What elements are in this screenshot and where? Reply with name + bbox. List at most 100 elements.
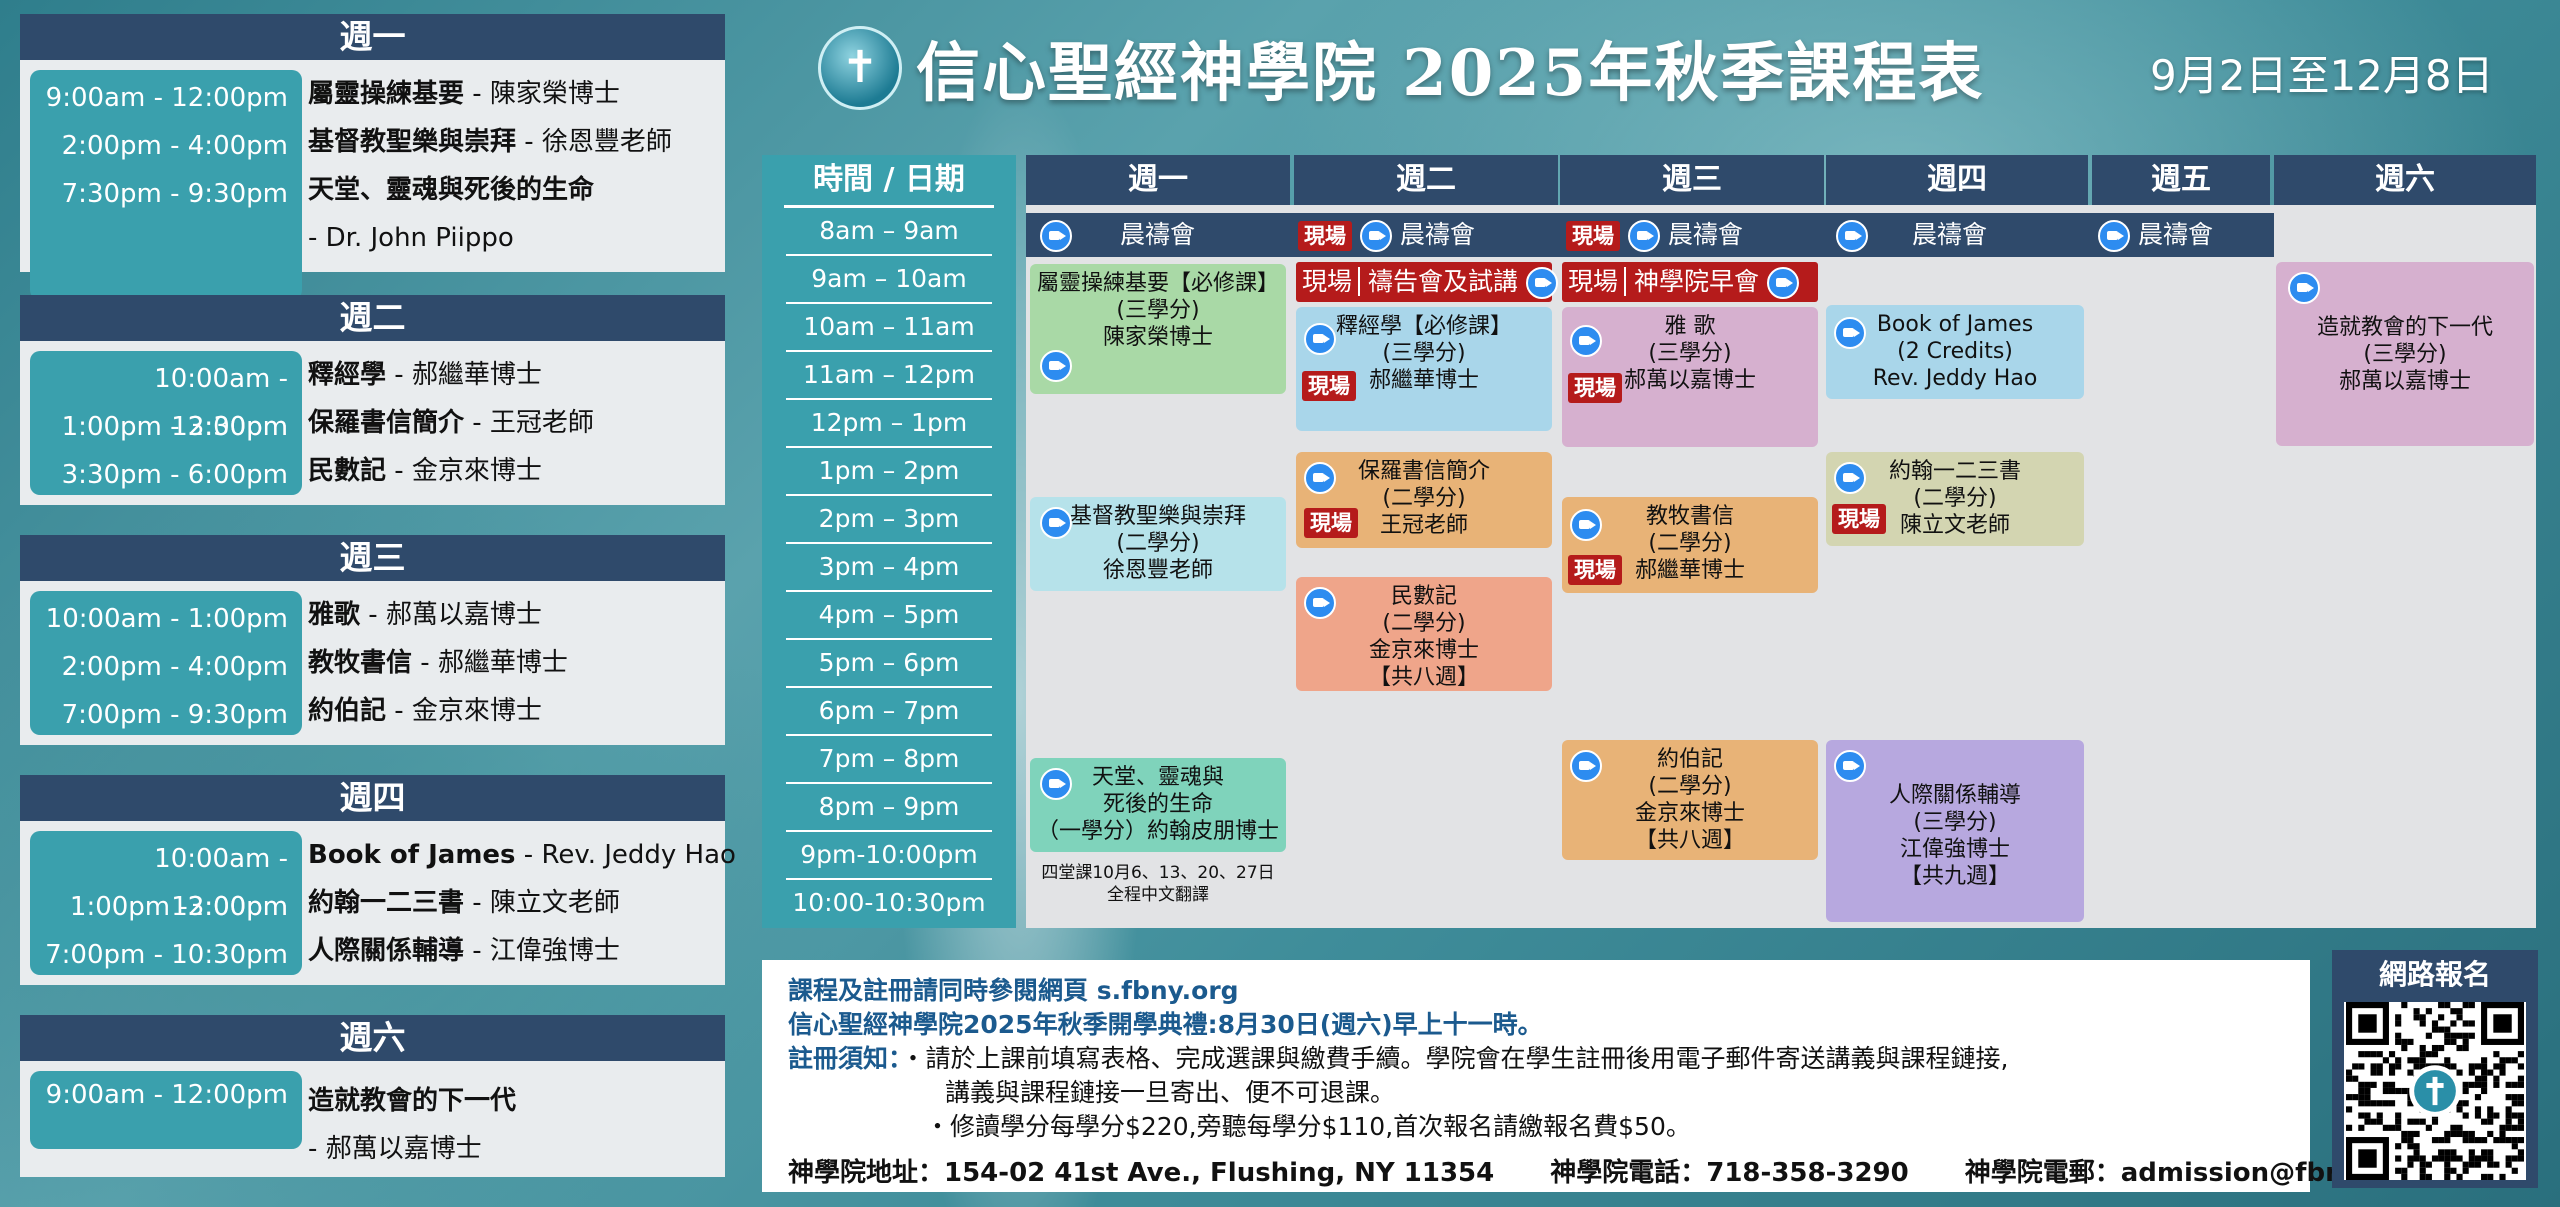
course-line: (三學分) [2363, 342, 2447, 367]
course-block-thu1[interactable]: Book of James (2 Credits) Rev. Jeddy Hao [1826, 305, 2084, 399]
course-block-tue2[interactable]: 保羅書信簡介 (二學分) 王冠老師 現場 [1296, 452, 1552, 548]
onsite-badge: 現場 [1298, 221, 1352, 251]
online-registration[interactable]: 網路報名 [2332, 950, 2538, 1188]
zoom-icon [1040, 507, 1072, 539]
info-opening: 信心聖經神學院2025年秋季開學典禮:8月30日(週六)早上十一時。 [788, 1010, 1543, 1039]
onsite-badge: 現場 [1304, 508, 1358, 538]
summary-course-line: 基督教聖樂與崇拜 - 徐恩豐老師 [308, 127, 672, 157]
time-slot: 11am – 12pm [786, 352, 992, 400]
day-header: 週二 [1294, 155, 1558, 205]
summary-time [30, 218, 288, 266]
summary-day-body: 10:00am - 1:00pm 2:00pm - 4:00pm 7:00pm - … [20, 581, 725, 745]
course-line: (二學分) [1648, 774, 1732, 799]
course-line: 郝萬以嘉博士 [2338, 369, 2471, 394]
course-line: (二學分) [1382, 611, 1466, 636]
summary-course-line: 教牧書信 - 郝繼華博士 [308, 648, 568, 678]
time-column-header: 時間 / 日期 [784, 155, 994, 208]
onsite-badge: 現場 [1566, 221, 1620, 251]
zoom-icon [1570, 750, 1602, 782]
zoom-icon [2098, 220, 2130, 252]
summary-time: 7:00pm - 9:30pm [61, 700, 288, 730]
zoom-icon [1304, 587, 1336, 619]
course-line: (三學分) [1913, 810, 1997, 835]
zoom-icon [1040, 350, 1072, 382]
course-line: 徐恩豐老師 [1102, 558, 1213, 583]
course-block-tue3[interactable]: 民數記 (二學分) 金京來博士 【共八週】 [1296, 577, 1552, 691]
course-block-wed3[interactable]: 約伯記 (二學分) 金京來博士 【共八週】 [1562, 740, 1818, 860]
summary-time: 7:30pm - 9:30pm [61, 179, 288, 209]
day-header: 週四 [1826, 155, 2088, 205]
zoom-icon [1834, 462, 1866, 494]
summary-course-line: 民數記 - 金京來博士 [308, 456, 542, 486]
zoom-icon [1766, 267, 1799, 299]
course-line: 金京來博士 [1368, 638, 1479, 663]
summary-course-list: 雅歌 - 郝萬以嘉博士 教牧書信 - 郝繼華博士 約伯記 - 金京來博士 [308, 591, 568, 735]
summary-time: 2:00pm - 4:00pm [61, 652, 288, 682]
prayer-mon: 晨禱會 [1040, 213, 1195, 257]
summary-course-line: - 郝萬以嘉博士 [308, 1134, 482, 1164]
zoom-icon [1525, 267, 1558, 299]
summary-course-line: Book of James - Rev. Jeddy Hao [308, 840, 736, 870]
onsite-badge: 現場 [1568, 373, 1622, 403]
course-line: 【共八週】 [1634, 828, 1745, 853]
summary-day-body: 9:00am - 12:00pm 2:00pm - 4:00pm 7:30pm - … [20, 60, 725, 300]
prayer-wed: 現場 晨禱會 [1566, 213, 1743, 257]
course-block-sat1[interactable]: 造就教會的下一代 (三學分) 郝萬以嘉博士 [2276, 262, 2534, 446]
summary-course-list: 造就教會的下一代 - 郝萬以嘉博士 [308, 1077, 516, 1173]
online-registration-label: 網路報名 [2378, 958, 2491, 991]
course-line: 造就教會的下一代 [2316, 315, 2493, 340]
summary-time-box: 9:00am - 12:00pm 2:00pm - 4:00pm 7:30pm - … [30, 70, 302, 300]
time-slot: 10am – 11am [786, 304, 992, 352]
summary-course-line: 雅歌 - 郝萬以嘉博士 [308, 600, 542, 630]
course-block-wed2[interactable]: 教牧書信 (二學分) 郝繼華博士 現場 [1562, 497, 1818, 593]
time-slot: 9pm-10:00pm [786, 832, 992, 880]
summary-time: 3:30pm - 6:00pm [61, 460, 288, 490]
summary-day-header: 週四 [20, 775, 725, 821]
summary-day-1: 週二 10:00am - 12:30pm 1:00pm - 3:00pm 3:30p… [20, 295, 725, 505]
course-line: 陳家榮博士 [1102, 325, 1213, 350]
course-line: 【共八週】 [1368, 665, 1479, 690]
zoom-icon [1570, 325, 1602, 357]
course-block-tue1[interactable]: 釋經學【必修課】 (三學分) 郝繼華博士 現場 [1296, 307, 1552, 431]
wed-assembly-bar: 現場 神學院早會 [1562, 262, 1818, 302]
course-block-mon3[interactable]: 天堂、靈魂與 死後的生命 （一學分）約翰皮朋博士 [1030, 758, 1286, 852]
prayer-tue: 現場 晨禱會 [1298, 213, 1475, 257]
course-line: 江偉強博士 [1899, 837, 2010, 862]
summary-time: 2:00pm - 4:00pm [61, 131, 288, 161]
zoom-icon [1627, 220, 1660, 252]
summary-day-header: 週三 [20, 535, 725, 581]
term-dates: 9月2日至12月8日 [2150, 51, 2494, 100]
summary-course-line: 釋經學 - 郝繼華博士 [308, 360, 542, 390]
course-block-mon1[interactable]: 屬靈操練基要【必修課】 (三學分) 陳家榮博士 [1030, 264, 1286, 394]
summary-time-box: 10:00am - 1:00pm 2:00pm - 4:00pm 7:00pm - … [30, 591, 302, 735]
summary-day-3: 週四 10:00am - 12:00pm 1:00pm -3:00pm 7:00pm… [20, 775, 736, 985]
info-panel: 課程及註冊請同時參閱網頁 s.fbny.org 信心聖經神學院2025年秋季開學… [762, 960, 2417, 1192]
course-line: （一學分）約翰皮朋博士 [1036, 819, 1279, 844]
prayer-thu: 晨禱會 [1836, 213, 1987, 257]
summary-time-box: 10:00am - 12:00pm 1:00pm -3:00pm 7:00pm - … [30, 831, 302, 975]
summary-course-list: 屬靈操練基要 - 陳家榮博士 基督教聖樂與崇拜 - 徐恩豐老師 天堂、靈魂與死後的生… [308, 70, 672, 262]
info-notice: 註冊須知：・請於上課前填寫表格、完成選課與繳費手續。學院會在學生註冊後用電子郵件… [788, 1044, 2009, 1073]
course-block-mon2[interactable]: 基督教聖樂與崇拜 (二學分) 徐恩豐老師 [1030, 497, 1286, 591]
summary-time-box: 10:00am - 12:30pm 1:00pm - 3:00pm 3:30pm -… [30, 351, 302, 495]
zoom-icon [1040, 768, 1072, 800]
summary-course-list: 釋經學 - 郝繼華博士 保羅書信簡介 - 王冠老師 民數記 - 金京來博士 [308, 351, 594, 495]
course-block-wed1[interactable]: 雅 歌 (三學分) 郝萬以嘉博士 現場 [1562, 307, 1818, 447]
time-slot: 1pm – 2pm [786, 448, 992, 496]
zoom-icon [1040, 220, 1072, 252]
zoom-icon [2288, 272, 2320, 304]
summary-day-0: 週一 9:00am - 12:00pm 2:00pm - 4:00pm 7:30pm… [20, 14, 725, 300]
time-slot: 8am – 9am [786, 208, 992, 256]
onsite-badge: 現場 [1832, 504, 1886, 534]
summary-time: 9:00am - 12:00pm [45, 83, 288, 113]
summary-time: 10:00am - 12:00pm [154, 844, 288, 922]
time-slot: 6pm – 7pm [786, 688, 992, 736]
course-block-thu2[interactable]: 約翰一二三書 (二學分) 陳立文老師 現場 [1826, 452, 2084, 546]
summary-course-list: Book of James - Rev. Jeddy Hao 約翰一二三書 - 陳… [308, 831, 736, 975]
registration-qr-code[interactable] [2344, 1002, 2526, 1180]
time-slot: 5pm – 6pm [786, 640, 992, 688]
day-header: 週一 [1026, 155, 1290, 205]
course-line: 死後的生命 [1102, 792, 1213, 817]
course-block-thu3[interactable]: 人際關係輔導 (三學分) 江偉強博士 【共九週】 [1826, 740, 2084, 922]
course-line: (三學分) [1116, 298, 1200, 323]
